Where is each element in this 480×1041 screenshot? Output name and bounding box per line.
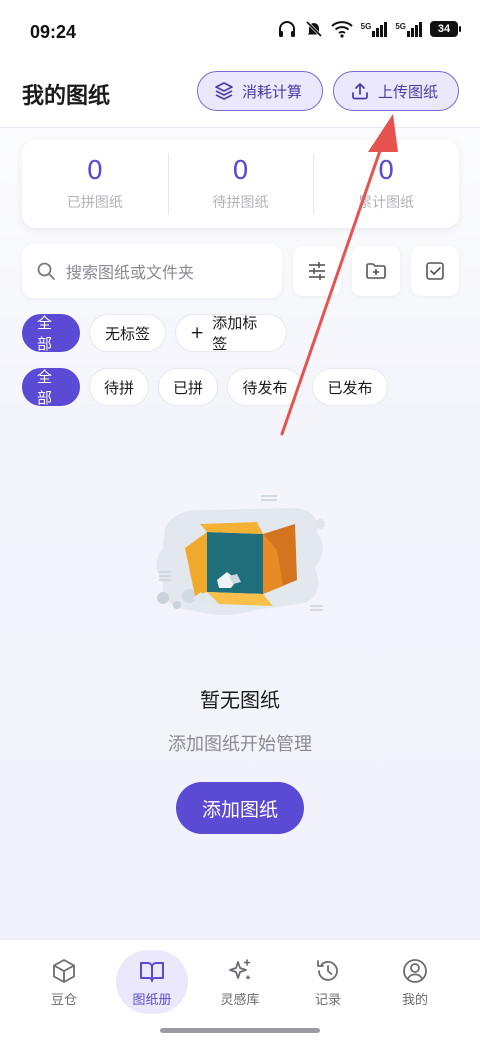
layers-icon — [215, 82, 233, 100]
tag-chip-untagged[interactable]: 无标签 — [89, 314, 166, 352]
stat-assembled: 0 已拼图纸 — [22, 140, 168, 228]
new-folder-button[interactable] — [352, 246, 400, 296]
bottom-nav: 豆仓 图纸册 灵感库 记录 我的 — [0, 939, 480, 1041]
stat-label: 累计图纸 — [358, 195, 415, 211]
empty-state-subtitle: 添加图纸开始管理 — [168, 734, 312, 755]
tag-filter-row: 全部 无标签 + 添加标签 — [22, 314, 287, 353]
consumption-calc-button[interactable]: 消耗计算 — [197, 71, 323, 111]
page-title: 我的图纸 — [22, 84, 111, 109]
stats-card: 0 已拼图纸 0 待拼图纸 0 累计图纸 — [22, 140, 459, 228]
status-chip-all[interactable]: 全部 — [22, 368, 80, 407]
nav-label: 灵感库 — [220, 992, 260, 1008]
search-input[interactable]: 搜索图纸或文件夹 — [22, 244, 282, 298]
network-label-2: 5G — [395, 21, 406, 31]
add-drawing-button[interactable]: 添加图纸 — [176, 782, 304, 834]
empty-box-illustration — [156, 495, 325, 615]
history-icon — [317, 959, 338, 981]
signal-5g-icon-1: 5G — [360, 21, 388, 37]
stat-label: 待拼图纸 — [212, 195, 269, 211]
stat-pending: 0 待拼图纸 — [167, 140, 314, 228]
home-indicator — [160, 1028, 320, 1033]
nav-item-records[interactable]: 记录 — [292, 950, 364, 1014]
stat-value: 0 — [232, 156, 249, 186]
stat-value: 0 — [86, 156, 104, 186]
add-tag-button[interactable]: + 添加标签 — [175, 314, 287, 353]
status-chip-to-publish[interactable]: 待发布 — [227, 368, 303, 406]
multi-select-button[interactable] — [411, 246, 459, 296]
filter-button[interactable] — [293, 246, 341, 296]
nav-item-drawing-book[interactable]: 图纸册 — [116, 950, 188, 1014]
status-chip-pending[interactable]: 待拼 — [89, 368, 149, 406]
add-tag-label: 添加标签 — [212, 314, 258, 353]
sparkle-icon — [229, 958, 251, 980]
sliders-icon — [309, 262, 325, 280]
search-placeholder: 搜索图纸或文件夹 — [66, 263, 195, 282]
upload-drawing-button[interactable]: 上传图纸 — [333, 71, 459, 111]
nav-label: 记录 — [314, 992, 341, 1008]
status-bar: 09:24 5G 5G 34 — [0, 0, 480, 64]
status-filter-row: 全部 待拼 已拼 待发布 已发布 — [22, 368, 388, 407]
stat-value: 0 — [377, 156, 395, 186]
checkbox-icon — [426, 262, 444, 280]
network-label-1: 5G — [360, 21, 372, 31]
upload-icon — [352, 83, 368, 100]
tag-chip-all[interactable]: 全部 — [22, 314, 80, 353]
nav-item-me[interactable]: 我的 — [379, 950, 451, 1014]
wifi-icon — [330, 21, 353, 38]
headphones-icon — [278, 21, 295, 37]
battery-icon: 34 — [430, 21, 461, 37]
consumption-calc-label: 消耗计算 — [242, 82, 303, 101]
app-header: 我的图纸 消耗计算 上传图纸 — [0, 64, 480, 128]
nav-item-inspiration[interactable]: 灵感库 — [204, 950, 276, 1014]
status-time: 09:24 — [30, 22, 77, 42]
nav-label: 图纸册 — [132, 992, 172, 1008]
status-icons: 5G 5G 34 — [277, 20, 461, 38]
upload-drawing-label: 上传图纸 — [378, 82, 439, 101]
empty-state-title: 暂无图纸 — [200, 688, 280, 712]
book-icon — [140, 961, 164, 982]
nav-item-bean-storage[interactable]: 豆仓 — [28, 950, 100, 1014]
signal-5g-icon-2: 5G — [395, 21, 422, 37]
cube-icon — [53, 958, 75, 983]
mute-bell-icon — [305, 20, 322, 38]
stat-total: 0 累计图纸 — [313, 140, 459, 228]
search-icon — [37, 262, 55, 280]
folder-add-icon — [366, 263, 386, 279]
plus-icon: + — [190, 323, 205, 343]
nav-label: 我的 — [401, 992, 428, 1008]
user-icon — [403, 958, 427, 983]
status-chip-assembled[interactable]: 已拼 — [158, 368, 218, 406]
stat-label: 已拼图纸 — [66, 195, 123, 211]
status-chip-published[interactable]: 已发布 — [312, 368, 388, 406]
nav-label: 豆仓 — [50, 992, 77, 1008]
